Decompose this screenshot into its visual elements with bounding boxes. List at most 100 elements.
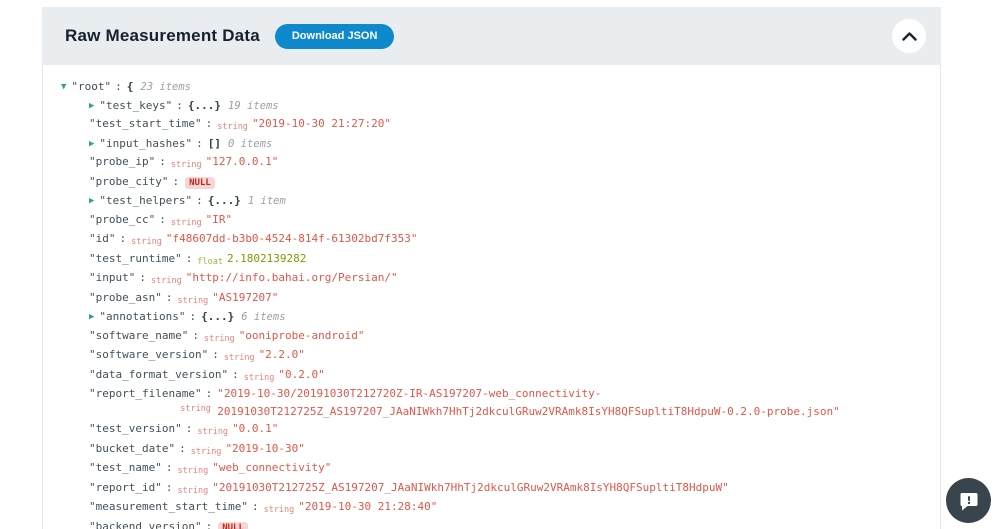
json-key: "test_keys" [99, 99, 172, 112]
json-row: "id":string"f48607dd-b3b0-4524-814f-6130… [43, 230, 920, 250]
json-key: "root" [71, 80, 111, 93]
json-row: ▶"annotations":{...}6 items [43, 308, 920, 327]
json-row: ▼ "root": {23 items [43, 78, 920, 97]
type-label-string: string [171, 160, 202, 170]
json-key: "probe_city" [89, 175, 168, 188]
json-row: "data_format_version": string"0.2.0" [43, 366, 920, 386]
json-colon: : [186, 252, 193, 265]
json-row: ▶"input_hashes":[]0 items [43, 135, 920, 154]
collapsed-object-summary[interactable]: {...} [208, 194, 241, 207]
expand-arrow-icon[interactable]: ▶ [89, 98, 94, 116]
json-colon: : [232, 368, 239, 381]
json-key: "backend_version" [89, 520, 202, 529]
json-tree: ▼"root":{23 items▶"test_keys":{...}19 it… [43, 78, 920, 529]
json-key: "software_version" [89, 348, 208, 361]
json-colon: : [252, 500, 259, 513]
json-colon: : [166, 291, 173, 304]
json-row: ▶"test_helpers":{...}1 item [43, 192, 920, 211]
expand-arrow-icon[interactable]: ▶ [89, 136, 94, 154]
page-title: Raw Measurement Data [65, 26, 260, 46]
json-row: "backend_version":NULL [43, 518, 920, 529]
collapsed-object-summary[interactable]: {...} [201, 310, 234, 323]
json-row: "input": string "http://info.bahai.org/Per… [43, 269, 920, 289]
json-key: "probe_ip" [89, 155, 155, 168]
open-brace: { [127, 80, 134, 93]
json-key: "id" [89, 232, 116, 245]
json-colon: : [206, 117, 213, 130]
download-json-button[interactable]: Download JSON [275, 24, 395, 49]
json-key: "probe_asn" [89, 291, 162, 304]
json-key: "report_id" [89, 481, 162, 494]
json-colon: : [212, 348, 219, 361]
item-count: 23 items [140, 81, 191, 93]
item-count: 19 items [228, 100, 279, 112]
json-key: "report_filename" [89, 387, 202, 400]
json-row: "report_filename": string"2019-10-30/2019… [43, 385, 920, 420]
json-key: "test_runtime" [89, 252, 182, 265]
json-key: "bucket_date" [89, 442, 175, 455]
json-row: "test_runtime":float2.1802139282 [43, 250, 920, 270]
expand-arrow-icon[interactable]: ▶ [89, 193, 94, 211]
type-label-string: string [151, 276, 182, 286]
json-value-string: "0.0.1" [232, 422, 278, 435]
json-row: "software_name":string"ooniprobe-android… [43, 327, 920, 347]
feedback-button[interactable] [946, 478, 991, 523]
json-row: "test_start_time": string "2019-10-30 21:2… [43, 115, 920, 135]
raw-measurement-header: Raw Measurement Data Download JSON [42, 7, 941, 65]
json-row: "report_id":string"20191030T212725Z_AS19… [43, 479, 920, 499]
json-row: ▶"test_keys":{...}19 items [43, 97, 920, 116]
json-colon: : [206, 387, 213, 400]
item-count: 1 item [248, 195, 286, 207]
json-colon: : [172, 175, 179, 188]
json-key: "software_name" [89, 329, 188, 342]
item-count: 6 items [241, 311, 285, 323]
chevron-up-icon [902, 32, 917, 41]
expand-arrow-icon[interactable]: ▶ [89, 309, 94, 327]
json-value-string: "2019-10-30 21:27:20" [252, 117, 391, 130]
json-key: "probe_cc" [89, 213, 155, 226]
json-key: "input" [89, 271, 135, 284]
json-row: "test_version":string"0.0.1" [43, 420, 920, 440]
json-key: "input_hashes" [99, 137, 192, 150]
json-row: "probe_city":NULL [43, 173, 920, 193]
type-label-float: float [197, 257, 223, 267]
json-colon: : [196, 137, 203, 150]
speech-bubble-exclamation-icon [958, 490, 980, 512]
json-value-string: "http://info.bahai.org/Persian/" [186, 271, 398, 284]
type-label-string: string [204, 334, 235, 344]
type-label-string: string [197, 427, 228, 437]
json-colon: : [192, 329, 199, 342]
json-key: "measurement_start_time" [89, 500, 248, 513]
type-label-string: string [264, 505, 295, 515]
json-value-string: string"2019-10-30/20191030T212720Z-IR-AS… [217, 385, 857, 420]
json-colon: : [196, 194, 203, 207]
json-row: "probe_ip": string "127.0.0.1" [43, 153, 920, 173]
collapse-arrow-icon[interactable]: ▼ [61, 79, 66, 97]
json-colon: : [115, 80, 122, 93]
type-label-string: string [171, 218, 202, 228]
null-value-badge: NULL [218, 522, 248, 529]
type-label-string: string [177, 486, 208, 496]
json-colon: : [159, 213, 166, 226]
type-label-string: string [244, 373, 275, 383]
json-colon: : [166, 481, 173, 494]
collapsed-object-summary[interactable]: {...} [188, 99, 221, 112]
json-value-string: "f48607dd-b3b0-4524-814f-61302bd7f353" [166, 232, 418, 245]
json-value-string: "127.0.0.1" [206, 155, 279, 168]
json-value-string: "IR" [206, 213, 233, 226]
collapsed-array-summary[interactable]: [] [208, 137, 221, 150]
json-key: "annotations" [99, 310, 185, 323]
json-key: "test_start_time" [89, 117, 202, 130]
json-value-string: "0.2.0" [278, 368, 324, 381]
json-value-string: "2019-10-30" [225, 442, 304, 455]
json-colon: : [179, 442, 186, 455]
json-colon: : [159, 155, 166, 168]
json-row: "bucket_date":string"2019-10-30" [43, 440, 920, 460]
collapse-panel-button[interactable] [892, 19, 926, 53]
json-row: "software_version":string"2.2.0" [43, 346, 920, 366]
json-key: "data_format_version" [89, 368, 228, 381]
json-value-string: "web_connectivity" [212, 461, 331, 474]
json-colon: : [120, 232, 127, 245]
json-colon: : [139, 271, 146, 284]
type-label-string: string [217, 122, 248, 132]
